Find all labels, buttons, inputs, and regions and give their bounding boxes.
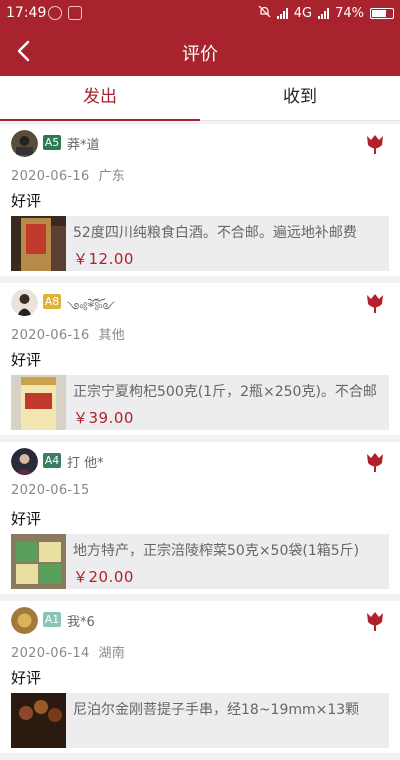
- level-badge: A1: [43, 612, 61, 627]
- battery-icon: [370, 8, 394, 19]
- product-price: ￥20.00: [73, 568, 134, 586]
- battery-percent: 74%: [335, 6, 364, 21]
- product-price: ￥12.00: [73, 250, 134, 268]
- status-bar: 17:49 4G 74%: [0, 0, 400, 28]
- user-name: 打 他*: [67, 456, 104, 471]
- signal-bars-icon: [276, 8, 288, 19]
- review-date: 2020-06-15: [11, 483, 90, 498]
- review-list: A5 莽*道 2020-06-16 广东 好评 52度四川纯粮食白酒。不合邮。遍…: [0, 124, 400, 760]
- level-badge: A8: [43, 294, 61, 309]
- tab-sent[interactable]: 发出: [0, 76, 200, 121]
- review-card[interactable]: A1 我*6 2020-06-14 湖南 好评 尼泊尔金刚菩提子手串，经18~1…: [0, 601, 400, 753]
- avatar: [11, 607, 38, 634]
- review-location: 湖南: [98, 646, 126, 661]
- status-time: 17:49: [6, 5, 47, 21]
- mute-bell-icon: [258, 5, 271, 22]
- tulip-icon: [367, 294, 383, 313]
- product-summary[interactable]: 尼泊尔金刚菩提子手串，经18~19mm×13颗: [11, 693, 389, 748]
- title-bar: 评价: [0, 28, 400, 76]
- tulip-icon: [367, 612, 383, 631]
- avatar: [11, 448, 38, 475]
- product-image: [11, 375, 66, 430]
- network-type: 4G: [293, 6, 313, 21]
- review-date: 2020-06-16: [11, 169, 90, 184]
- tulip-icon: [367, 135, 383, 154]
- product-price: ￥39.00: [73, 409, 134, 427]
- product-image: [11, 693, 66, 748]
- rating-text: 好评: [11, 669, 42, 687]
- image-icon: [68, 6, 82, 20]
- product-image: [11, 216, 66, 271]
- level-badge: A4: [43, 453, 61, 468]
- product-name: 正宗宁夏枸杞500克(1斤，2瓶×250克)。不合邮: [73, 384, 377, 400]
- tab-received[interactable]: 收到: [200, 76, 400, 120]
- review-location: 其他: [98, 328, 126, 343]
- review-card[interactable]: A4 打 他* 2020-06-15 好评 地方特产，正宗涪陵榨菜50克×50袋…: [0, 442, 400, 594]
- level-badge: A5: [43, 135, 61, 150]
- rating-text: 好评: [11, 351, 42, 369]
- product-name: 尼泊尔金刚菩提子手串，经18~19mm×13颗: [73, 702, 360, 718]
- tab-bar: 发出 收到: [0, 76, 400, 121]
- product-image: [11, 534, 66, 589]
- tulip-icon: [367, 453, 383, 472]
- review-location: 广东: [98, 169, 126, 184]
- signal-bars-icon: [318, 8, 330, 19]
- user-name: 我*6: [67, 615, 95, 630]
- page-title: 评价: [182, 44, 218, 65]
- review-card[interactable]: A8 ༺ོ*ོ༻ 2020-06-16 其他 好评 正宗宁夏枸杞500克(1斤，…: [0, 283, 400, 435]
- product-name: 52度四川纯粮食白酒。不合邮。遍远地补邮费: [73, 225, 357, 241]
- review-date: 2020-06-16: [11, 328, 90, 343]
- user-name: 莽*道: [67, 138, 100, 153]
- rating-text: 好评: [11, 510, 42, 528]
- review-date: 2020-06-14: [11, 646, 90, 661]
- review-card[interactable]: A5 莽*道 2020-06-16 广东 好评 52度四川纯粮食白酒。不合邮。遍…: [0, 124, 400, 276]
- product-summary[interactable]: 地方特产，正宗涪陵榨菜50克×50袋(1箱5斤) ￥20.00: [11, 534, 389, 589]
- rating-text: 好评: [11, 192, 42, 210]
- product-summary[interactable]: 正宗宁夏枸杞500克(1斤，2瓶×250克)。不合邮 ￥39.00: [11, 375, 389, 430]
- avatar: [11, 289, 38, 316]
- avatar: [11, 130, 38, 157]
- product-summary[interactable]: 52度四川纯粮食白酒。不合邮。遍远地补邮费 ￥12.00: [11, 216, 389, 271]
- compass-icon: [48, 6, 62, 20]
- product-name: 地方特产，正宗涪陵榨菜50克×50袋(1箱5斤): [73, 543, 360, 559]
